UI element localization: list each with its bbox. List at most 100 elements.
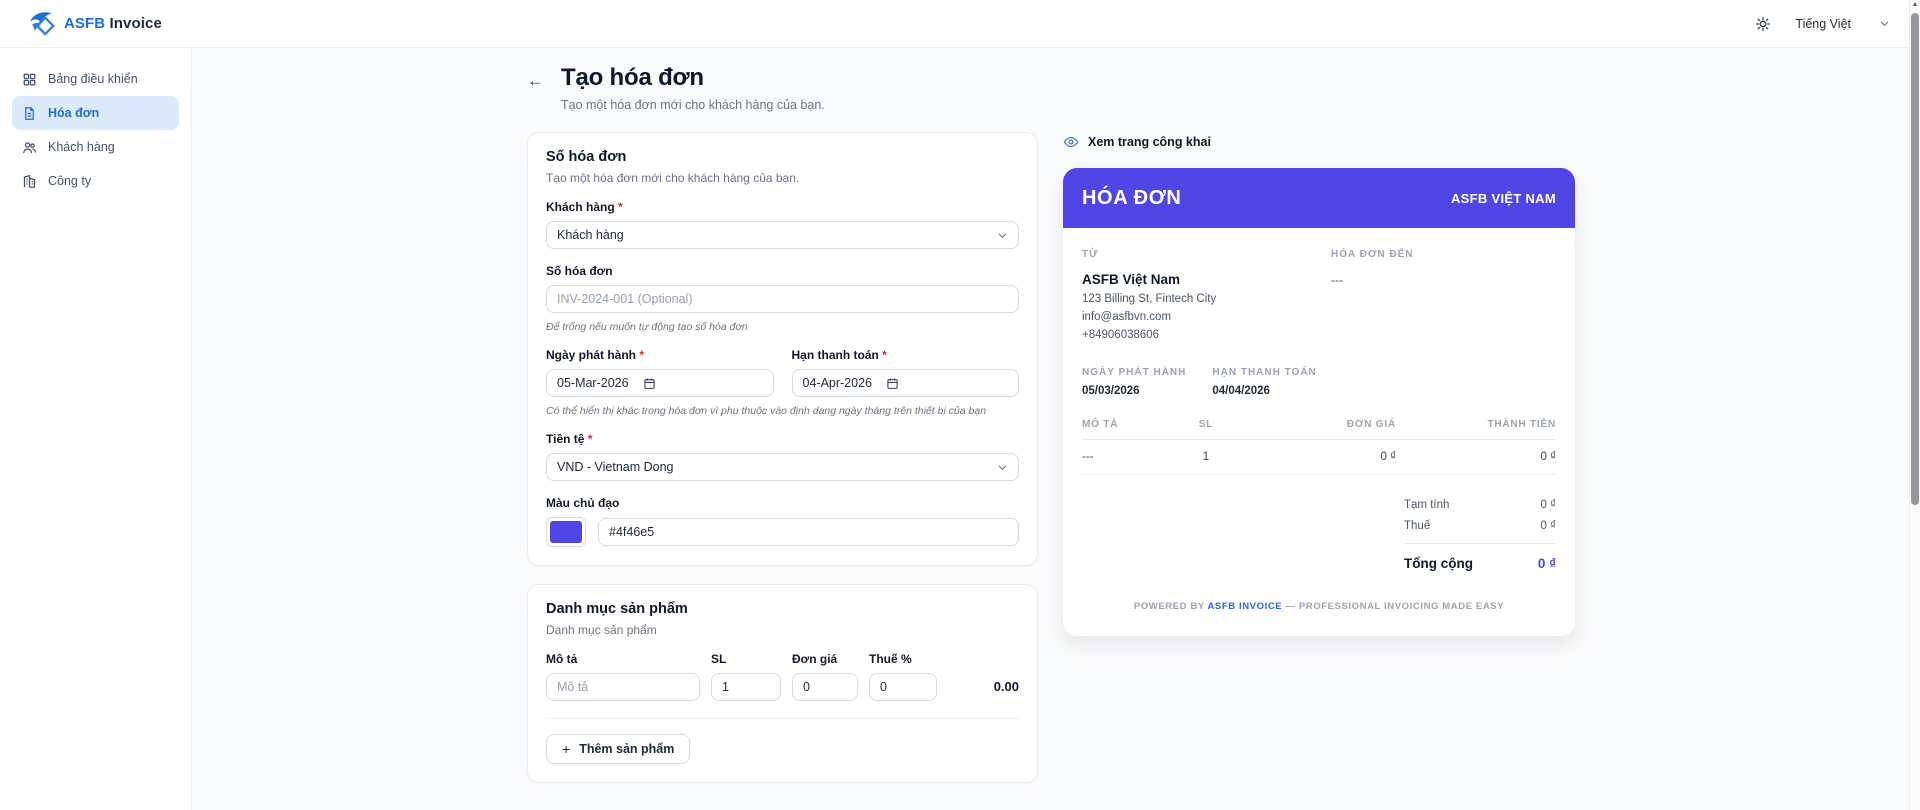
due-date-label: HẠN THANH TOÁN: [1212, 367, 1316, 378]
cell-amount: 0 ₫: [1396, 451, 1556, 463]
app-brand: ASFB Invoice: [28, 10, 162, 37]
back-button[interactable]: ←: [527, 72, 544, 89]
sidebar-item-customers[interactable]: Khách hàng: [12, 130, 179, 164]
currency-select[interactable]: VND - Vietnam Dong: [546, 453, 1019, 481]
view-public-page-link[interactable]: Xem trang công khai: [1063, 134, 1211, 150]
preview-subtotal-label: Tạm tính: [1404, 499, 1449, 511]
sidebar-item-label: Hóa đơn: [48, 106, 99, 120]
preview-tax-row: Thuế 0 ₫: [1404, 520, 1556, 532]
from-phone: +84906038606: [1082, 329, 1331, 341]
scrollbar-up-arrow[interactable]: ▲: [1910, 1, 1920, 8]
preview-subtotal-row: Tạm tính 0 ₫: [1404, 499, 1556, 511]
sidebar-item-label: Công ty: [48, 174, 91, 188]
description-column-label: Mô tả: [546, 652, 700, 666]
color-hex-input[interactable]: [598, 518, 1019, 546]
chevron-down-icon: [997, 230, 1008, 241]
from-name: ASFB Việt Nam: [1082, 272, 1331, 287]
preview-footer: POWERED BY ASFB INVOICE — PROFESSIONAL I…: [1082, 601, 1556, 612]
divider: [546, 718, 1019, 719]
item-quantity-input[interactable]: [711, 673, 781, 701]
page-header: ← Tạo hóa đơn Tạo một hóa đơn mới cho kh…: [527, 64, 1038, 112]
preview-grand-total-row: Tổng cộng 0 ₫: [1404, 556, 1556, 571]
app-title: ASFB Invoice: [64, 15, 162, 32]
asfb-invoice-footer-link[interactable]: ASFB INVOICE: [1207, 601, 1282, 612]
invoice-number-label: Số hóa đơn: [546, 264, 1019, 278]
card-title: Danh mục sản phẩm: [546, 601, 1019, 617]
vertical-scrollbar[interactable]: ▲: [1909, 0, 1920, 810]
line-item-row: Mô tả SL Đơn giá Thuế % 0.00: [546, 652, 1019, 701]
view-public-page-label: Xem trang công khai: [1088, 135, 1211, 149]
invoice-document-icon: [22, 106, 37, 121]
top-bar: ASFB Invoice Tiếng Việt: [0, 0, 1920, 48]
unit-price-column-label: Đơn giá: [792, 652, 858, 666]
header-description: MÔ TẢ: [1082, 419, 1166, 430]
customer-label: Khách hàng *: [546, 200, 1019, 214]
card-subtitle: Tạo một hóa đơn mới cho khách hàng của b…: [546, 171, 1019, 185]
table-header-row: MÔ TẢ SL ĐƠN GIÁ THÀNH TIỀN: [1082, 419, 1556, 440]
theme-color-label: Màu chủ đạo: [546, 496, 1019, 510]
language-selector[interactable]: Tiếng Việt: [1795, 17, 1890, 31]
color-picker-swatch[interactable]: [546, 517, 586, 547]
item-tax-input[interactable]: [869, 673, 937, 701]
add-product-label: Thêm sản phẩm: [579, 742, 674, 756]
item-description-input[interactable]: [546, 673, 700, 701]
scrollbar-thumb[interactable]: [1911, 13, 1919, 505]
issue-date-value: 05-Mar-2026: [557, 376, 629, 390]
bill-to-label: HÓA ĐƠN ĐẾN: [1331, 249, 1556, 260]
due-date-value: 04/04/2026: [1212, 385, 1316, 397]
customers-people-icon: [22, 140, 37, 155]
sidebar-item-label: Bảng điều khiển: [48, 72, 138, 86]
preview-header-band: HÓA ĐƠN ASFB VIỆT NAM: [1063, 168, 1575, 228]
from-address: 123 Billing St, Fintech City: [1082, 293, 1331, 305]
header-quantity: SL: [1166, 419, 1246, 430]
currency-select-value: VND - Vietnam Dong: [557, 460, 674, 474]
invoice-preview-card: HÓA ĐƠN ASFB VIỆT NAM TỪ ASFB Việt Nam 1…: [1063, 168, 1575, 636]
eye-icon: [1063, 134, 1079, 150]
sidebar-item-invoices[interactable]: Hóa đơn: [12, 96, 179, 130]
issue-date-value: 05/03/2026: [1082, 385, 1186, 397]
plus-icon: +: [562, 741, 570, 757]
calendar-icon: [886, 377, 899, 390]
tax-column-label: Thuế %: [869, 652, 937, 666]
customer-select[interactable]: Khách hàng: [546, 221, 1019, 249]
due-date-input[interactable]: 04-Apr-2026: [792, 369, 1020, 397]
quantity-column-label: SL: [711, 652, 781, 666]
bill-to-value: ---: [1331, 273, 1556, 287]
chevron-down-icon: [997, 462, 1008, 473]
language-label: Tiếng Việt: [1795, 17, 1851, 31]
date-format-hint: Có thể hiển thị khác trong hóa đơn vì ph…: [546, 405, 1019, 417]
cell-quantity: 1: [1166, 451, 1246, 463]
color-swatch-fill: [550, 521, 582, 543]
invoice-preview-column: Xem trang công khai HÓA ĐƠN ASFB VIỆT NA…: [1063, 48, 1575, 636]
app-logo-icon: [28, 10, 55, 37]
line-item-total: 0.00: [994, 679, 1019, 701]
sidebar-item-dashboard[interactable]: Bảng điều khiển: [12, 62, 179, 96]
issue-date-label: Ngày phát hành *: [546, 348, 774, 362]
preview-grand-total-label: Tổng cộng: [1404, 556, 1473, 571]
theme-toggle-sun-icon[interactable]: [1755, 16, 1771, 32]
invoice-number-hint: Để trống nếu muốn tự động tạo số hóa đơn: [546, 321, 1019, 333]
page-title: Tạo hóa đơn: [561, 64, 825, 92]
currency-label: Tiền tệ *: [546, 432, 1019, 446]
line-items-card: Danh mục sản phẩm Danh mục sản phẩm Mô t…: [527, 584, 1038, 783]
chevron-down-icon: [1879, 18, 1890, 29]
from-label: TỪ: [1082, 249, 1331, 260]
preview-items-table: MÔ TẢ SL ĐƠN GIÁ THÀNH TIỀN --- 1 0 ₫ 0 …: [1082, 419, 1556, 475]
invoice-form-column: ← Tạo hóa đơn Tạo một hóa đơn mới cho kh…: [527, 48, 1038, 810]
page-subtitle: Tạo một hóa đơn mới cho khách hàng của b…: [561, 98, 825, 112]
preview-subtotal-value: 0 ₫: [1541, 499, 1557, 511]
invoice-number-input[interactable]: [546, 285, 1019, 313]
preview-company-name: ASFB VIỆT NAM: [1451, 191, 1556, 206]
add-product-button[interactable]: + Thêm sản phẩm: [546, 734, 690, 764]
dashboard-grid-icon: [22, 72, 37, 87]
item-price-input[interactable]: [792, 673, 858, 701]
divider: [1404, 543, 1556, 544]
header-amount: THÀNH TIỀN: [1396, 419, 1556, 430]
issue-date-input[interactable]: 05-Mar-2026: [546, 369, 774, 397]
preview-tax-label: Thuế: [1404, 520, 1430, 532]
header-unit-price: ĐƠN GIÁ: [1246, 419, 1396, 430]
due-date-label: Hạn thanh toán *: [792, 348, 1020, 362]
sidebar-item-company[interactable]: Công ty: [12, 164, 179, 198]
issue-date-label: NGÀY PHÁT HÀNH: [1082, 367, 1186, 378]
card-title: Số hóa đơn: [546, 149, 1019, 165]
